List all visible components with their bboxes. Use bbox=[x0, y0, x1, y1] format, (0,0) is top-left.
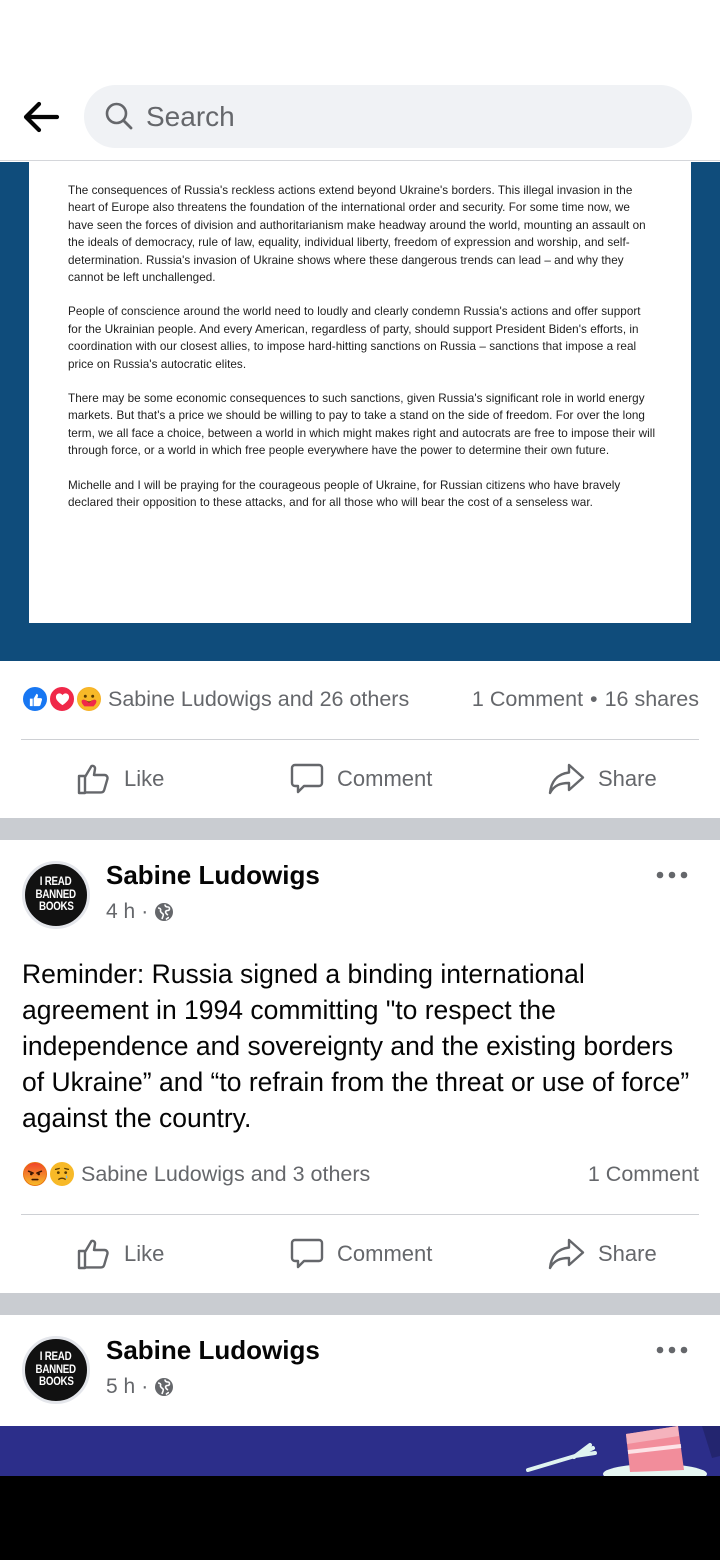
reactions-count-text[interactable]: Sabine Ludowigs and 26 others bbox=[108, 687, 409, 712]
reaction-icons bbox=[21, 684, 103, 714]
like-reaction-icon bbox=[21, 685, 49, 713]
reactions-count-text[interactable]: Sabine Ludowigs and 3 others bbox=[81, 1162, 370, 1187]
document-paragraph: People of conscience around the world ne… bbox=[68, 305, 641, 371]
sad-reaction-icon bbox=[48, 1160, 76, 1188]
post-meta: 4 h · bbox=[106, 900, 174, 924]
document-paragraph: There may be some economic consequences … bbox=[68, 392, 656, 458]
reaction-icons bbox=[21, 1159, 76, 1189]
globe-icon bbox=[155, 903, 174, 921]
comment-label: Comment bbox=[337, 766, 433, 791]
angry-reaction-icon bbox=[21, 1160, 49, 1188]
post-meta: 5 h · bbox=[106, 1375, 174, 1399]
avatar-text: BOOKS bbox=[38, 1376, 74, 1389]
meta-dot: · bbox=[141, 900, 149, 923]
avatar-text: I READ bbox=[40, 1351, 72, 1364]
reactions-summary[interactable]: Sabine Ludowigs and 3 others 1 Comment bbox=[21, 1154, 699, 1194]
post-image-preview[interactable] bbox=[0, 1426, 720, 1476]
comments-count[interactable]: 1 Comment bbox=[472, 687, 583, 712]
like-button[interactable]: Like bbox=[76, 1215, 164, 1293]
share-button[interactable]: Share bbox=[548, 740, 657, 818]
like-label: Like bbox=[124, 766, 165, 791]
globe-icon bbox=[155, 1378, 174, 1396]
shared-image[interactable]: The consequences of Russia's reckless ac… bbox=[0, 162, 720, 661]
engagement-counts: 1 Comment bbox=[588, 1154, 699, 1194]
comment-button[interactable]: Comment bbox=[289, 1215, 432, 1293]
share-arrow-icon bbox=[548, 763, 585, 795]
post-time[interactable]: 4 h bbox=[106, 900, 135, 924]
statement-document: The consequences of Russia's reckless ac… bbox=[29, 162, 691, 623]
thumbs-up-icon bbox=[77, 1239, 109, 1270]
search-bar[interactable] bbox=[84, 85, 692, 148]
meta-dot: · bbox=[141, 1375, 149, 1398]
avatar-text: BANNED bbox=[35, 1363, 77, 1376]
avatar-text: I READ bbox=[40, 876, 72, 889]
top-bar bbox=[0, 0, 720, 161]
separator-dot: • bbox=[590, 686, 598, 711]
more-dots-icon bbox=[656, 1346, 688, 1354]
avatar-text: BANNED bbox=[35, 888, 77, 901]
more-options-button[interactable] bbox=[652, 1335, 692, 1365]
back-button[interactable] bbox=[18, 96, 64, 138]
post-text: Reminder: Russia signed a binding intern… bbox=[22, 959, 690, 1133]
search-input[interactable] bbox=[146, 85, 666, 148]
avatar-text: BOOKS bbox=[38, 901, 74, 914]
search-icon bbox=[105, 102, 133, 130]
author-name[interactable]: Sabine Ludowigs bbox=[106, 860, 320, 891]
cake-illustration bbox=[526, 1426, 720, 1476]
share-label: Share bbox=[598, 766, 657, 791]
share-button[interactable]: Share bbox=[548, 1215, 657, 1293]
love-reaction-icon bbox=[48, 685, 76, 713]
shares-count[interactable]: 16 shares bbox=[605, 687, 699, 712]
comment-icon bbox=[290, 1238, 324, 1269]
more-options-button[interactable] bbox=[652, 860, 692, 890]
post-actions: Like Comment Share bbox=[0, 740, 720, 818]
author-name[interactable]: Sabine Ludowigs bbox=[106, 1335, 320, 1366]
share-label: Share bbox=[598, 1241, 657, 1266]
engagement-counts: 1 Comment • 16 shares bbox=[472, 679, 699, 719]
comment-button[interactable]: Comment bbox=[289, 740, 432, 818]
avatar[interactable]: I READ BANNED BOOKS bbox=[22, 1336, 90, 1404]
comment-icon bbox=[290, 763, 324, 794]
post-separator bbox=[0, 1293, 720, 1315]
like-label: Like bbox=[124, 1241, 165, 1266]
document-paragraph: The consequences of Russia's reckless ac… bbox=[68, 184, 646, 285]
post-actions: Like Comment Share bbox=[0, 1215, 720, 1293]
back-arrow-icon bbox=[23, 101, 60, 133]
reactions-summary[interactable]: Sabine Ludowigs and 26 others 1 Comment … bbox=[21, 679, 699, 719]
more-dots-icon bbox=[656, 871, 688, 879]
post-time[interactable]: 5 h bbox=[106, 1375, 135, 1399]
care-reaction-icon bbox=[75, 685, 103, 713]
post-separator bbox=[0, 818, 720, 840]
thumbs-up-icon bbox=[77, 764, 109, 795]
document-paragraph: Michelle and I will be praying for the c… bbox=[68, 478, 621, 510]
share-arrow-icon bbox=[548, 1238, 585, 1270]
like-button[interactable]: Like bbox=[76, 740, 164, 818]
comment-label: Comment bbox=[337, 1241, 433, 1266]
comments-count[interactable]: 1 Comment bbox=[588, 1162, 699, 1187]
avatar[interactable]: I READ BANNED BOOKS bbox=[22, 861, 90, 929]
navigation-bar-area bbox=[0, 1476, 720, 1560]
